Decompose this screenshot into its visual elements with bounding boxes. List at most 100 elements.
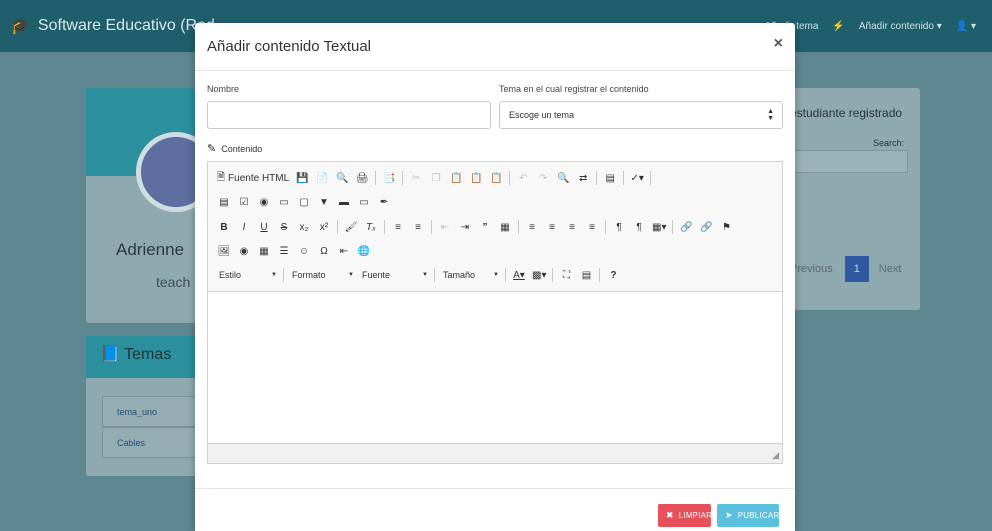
temas-card: 📘 Temas tema_uno Cables: [86, 336, 206, 476]
bold-icon[interactable]: B: [214, 217, 234, 237]
nombre-input[interactable]: [207, 101, 491, 129]
pagination-current[interactable]: 1: [844, 256, 869, 282]
unlink-icon[interactable]: 🔗: [696, 217, 716, 237]
new-page-icon[interactable]: 📄: [312, 168, 332, 188]
numbered-list-icon[interactable]: ≡: [388, 217, 408, 237]
tema-select[interactable]: Escoge un tema ▲ ▼: [499, 101, 783, 129]
iframe-globe-icon[interactable]: 🌐: [354, 241, 374, 261]
form-icon[interactable]: ▤: [214, 192, 234, 212]
blockquote-icon[interactable]: ”: [475, 217, 495, 237]
pagination-next[interactable]: Next: [879, 263, 902, 275]
chevron-down-icon: ▼: [493, 272, 499, 278]
page-break-icon[interactable]: ⇤: [334, 241, 354, 261]
save-icon[interactable]: 💾: [292, 168, 312, 188]
editor-content-area[interactable]: [208, 292, 782, 443]
replace-icon[interactable]: ⇄: [573, 168, 593, 188]
smiley-icon[interactable]: ☺: [294, 241, 314, 261]
anchor-flag-icon[interactable]: ⚑: [716, 217, 736, 237]
link-icon[interactable]: 🔗: [676, 217, 696, 237]
user-menu-icon[interactable]: 👤 ▾: [956, 21, 976, 32]
paste-text-icon[interactable]: 📋: [466, 168, 486, 188]
profile-name: Adrienne: [116, 240, 185, 259]
toolbar-separator: [623, 171, 625, 185]
justify-icon[interactable]: ≡: [582, 217, 602, 237]
hidden-field-icon[interactable]: ✒: [374, 192, 394, 212]
pagination-previous[interactable]: Previous: [790, 263, 833, 275]
redo-icon[interactable]: ↷: [533, 168, 553, 188]
table-icon[interactable]: ▦: [254, 241, 274, 261]
size-combo[interactable]: Tamaño ▼: [438, 265, 502, 285]
brand[interactable]: 🎓 Software Educativo (Red: [10, 16, 215, 36]
show-blocks-icon[interactable]: ▤: [576, 265, 596, 285]
help-icon[interactable]: ?: [603, 265, 623, 285]
flash-icon[interactable]: ◉: [234, 241, 254, 261]
brand-title: Software Educativo (Red: [37, 17, 215, 34]
source-html-button[interactable]: 🗎 Fuente HTML: [214, 168, 292, 188]
temas-item[interactable]: Cables: [102, 427, 206, 458]
temas-header: 📘 Temas: [86, 336, 206, 378]
align-left-icon[interactable]: ≡: [522, 217, 542, 237]
style-combo[interactable]: Estilo ▼: [214, 265, 280, 285]
button-field-icon[interactable]: ▬: [334, 192, 354, 212]
toolbar-separator: [283, 268, 284, 282]
graduation-cap-icon: 🎓: [10, 18, 30, 35]
superscript-icon[interactable]: x²: [314, 217, 334, 237]
search-input[interactable]: [794, 150, 908, 173]
horizontal-line-icon[interactable]: ☰: [274, 241, 294, 261]
select-all-icon[interactable]: ▤: [600, 168, 620, 188]
bulleted-list-icon[interactable]: ≡: [408, 217, 428, 237]
language-icon[interactable]: ▦▾: [649, 217, 669, 237]
select-field-icon[interactable]: ▼: [314, 192, 334, 212]
find-icon[interactable]: 🔍: [553, 168, 573, 188]
templates-icon[interactable]: 📑: [379, 168, 399, 188]
checkbox-icon[interactable]: ☑: [234, 192, 254, 212]
toolbar-row-4: 🖼 ◉ ▦ ☰ ☺ Ω ⇤ 🌐: [214, 241, 374, 261]
maximize-icon[interactable]: ⛶: [556, 265, 576, 285]
ltr-icon[interactable]: ¶: [609, 217, 629, 237]
source-html-label: Fuente HTML: [228, 172, 290, 184]
font-combo[interactable]: Fuente ▼: [357, 265, 431, 285]
cut-icon[interactable]: ✂: [406, 168, 426, 188]
image-button-icon[interactable]: ▭: [354, 192, 374, 212]
strike-icon[interactable]: S: [274, 217, 294, 237]
undo-icon[interactable]: ↶: [513, 168, 533, 188]
text-color-icon[interactable]: A▾: [509, 265, 529, 285]
indent-icon[interactable]: ⇥: [455, 217, 475, 237]
temas-item[interactable]: tema_uno: [102, 396, 206, 427]
special-char-icon[interactable]: Ω: [314, 241, 334, 261]
close-icon: ✖: [666, 510, 674, 520]
textarea-icon[interactable]: ▢: [294, 192, 314, 212]
toolbar-separator: [605, 220, 606, 234]
italic-icon[interactable]: I: [234, 217, 254, 237]
align-center-icon[interactable]: ≡: [542, 217, 562, 237]
radio-icon[interactable]: ◉: [254, 192, 274, 212]
rtl-icon[interactable]: ¶: [629, 217, 649, 237]
outdent-icon[interactable]: ⇤: [435, 217, 455, 237]
copy-format-icon[interactable]: 🖌: [341, 217, 361, 237]
copy-icon[interactable]: ❐: [426, 168, 446, 188]
close-icon[interactable]: ×: [774, 35, 783, 53]
rich-text-editor: 🗎 Fuente HTML 💾 📄 🔍 🖨 📑 ✂ ❐ 📋 📋 📋 ↶ ↷ 🔍: [207, 161, 783, 464]
toolbar-separator: [337, 220, 338, 234]
toolbar-row-5: Estilo ▼ Formato ▼ Fuente ▼ Tamaño ▼ A▾ …: [214, 265, 623, 285]
paste-icon[interactable]: 📋: [446, 168, 466, 188]
edit-icon: ✎: [207, 143, 217, 155]
search-label: Search:: [872, 138, 904, 148]
subscript-icon[interactable]: x₂: [294, 217, 314, 237]
image-icon[interactable]: 🖼: [214, 241, 234, 261]
format-combo[interactable]: Formato ▼: [287, 265, 357, 285]
nav-add-contenido[interactable]: ⚡ Añadir contenido ▾: [832, 21, 941, 32]
limpiar-button[interactable]: ✖ LIMPIAR: [658, 504, 712, 527]
div-container-icon[interactable]: ▦: [495, 217, 515, 237]
align-right-icon[interactable]: ≡: [562, 217, 582, 237]
remove-format-icon[interactable]: Tₓ: [361, 217, 381, 237]
print-icon[interactable]: 🖨: [352, 168, 372, 188]
resize-handle-icon[interactable]: ◢: [772, 450, 779, 461]
underline-icon[interactable]: U: [254, 217, 274, 237]
spellcheck-icon[interactable]: ✓▾: [627, 168, 647, 188]
bg-color-icon[interactable]: ▩▾: [529, 265, 549, 285]
text-field-icon[interactable]: ▭: [274, 192, 294, 212]
publicar-button[interactable]: ➤ PUBLICAR: [717, 504, 779, 527]
paste-word-icon[interactable]: 📋: [486, 168, 506, 188]
preview-icon[interactable]: 🔍: [332, 168, 352, 188]
